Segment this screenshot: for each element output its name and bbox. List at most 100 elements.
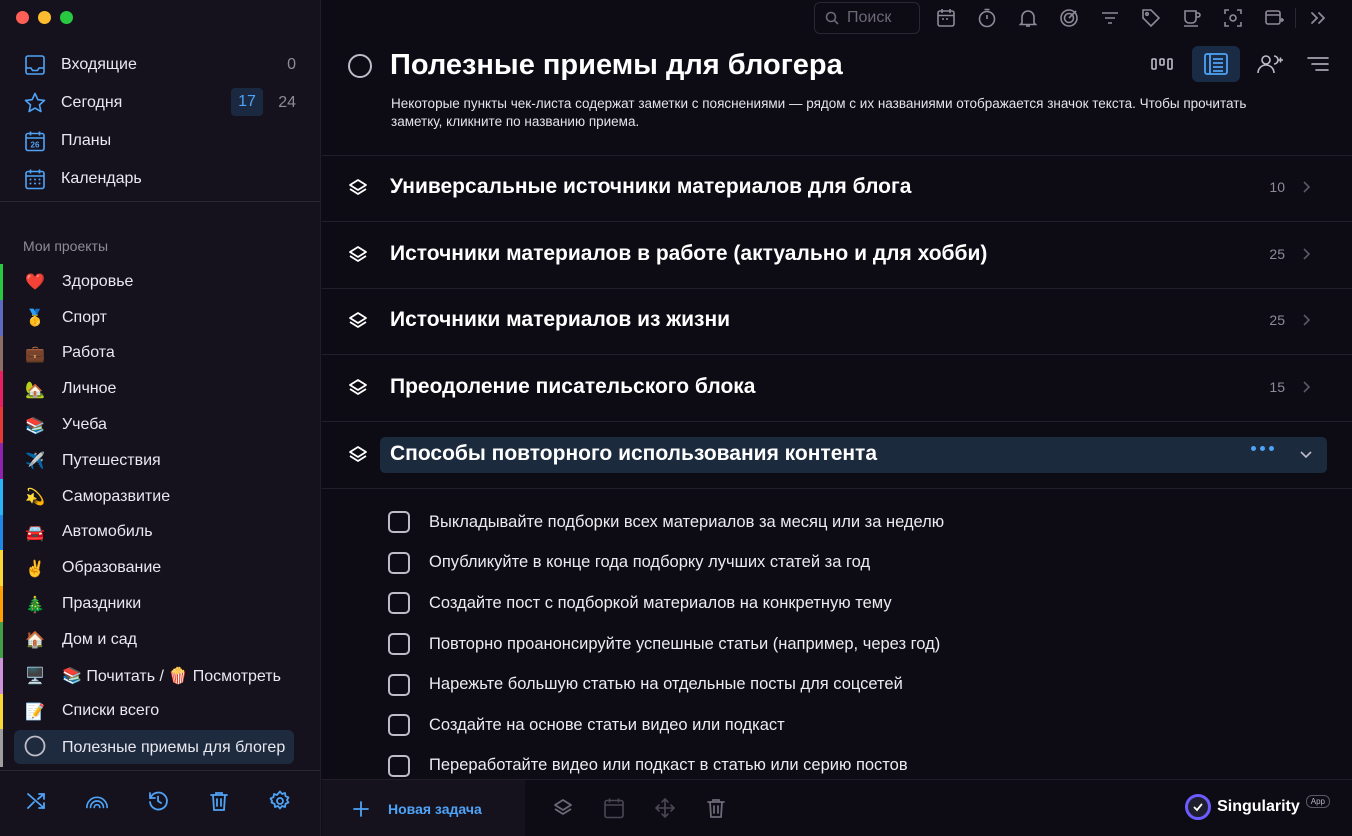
project-color-bar	[0, 371, 3, 408]
layers-icon	[349, 179, 367, 195]
kanban-view-icon[interactable]	[1144, 46, 1180, 82]
section-row[interactable]: Преодоление писательского блока 15	[322, 355, 1352, 421]
project-item[interactable]: 📚 Учеба	[0, 407, 320, 443]
chevron-down-icon[interactable]	[1298, 446, 1314, 462]
project-circle-icon	[24, 735, 46, 761]
chevron-right-icon[interactable]	[1298, 379, 1314, 395]
project-item[interactable]: ✈️ Путешествия	[0, 442, 320, 479]
task-checkbox[interactable]	[388, 633, 410, 656]
project-item[interactable]: 🏡 Личное	[0, 371, 320, 408]
sidebar-item-calendar[interactable]: Календарь	[0, 160, 320, 198]
airplane-icon: ✈️	[25, 451, 45, 471]
task-title: Выкладывайте подборки всех материалов за…	[429, 512, 945, 531]
settings-icon[interactable]	[268, 789, 292, 813]
task-row[interactable]: Создайте пост с подборкой материалов на …	[388, 583, 1328, 624]
task-checkbox[interactable]	[388, 551, 410, 574]
task-row[interactable]: Нарежьте большую статью на отдельные пос…	[388, 664, 1328, 705]
focus-icon[interactable]	[1057, 6, 1081, 30]
timer-icon[interactable]	[975, 6, 999, 30]
trash-icon[interactable]	[704, 796, 728, 820]
project-item[interactable]: 🎄 Праздники	[0, 586, 320, 622]
project-item-active[interactable]: Полезные приемы для блогера	[0, 729, 320, 768]
project-item[interactable]: 🥇 Спорт	[0, 299, 320, 336]
filter-icon[interactable]	[1098, 6, 1122, 30]
calendar-icon[interactable]	[934, 6, 958, 30]
new-task-button[interactable]: Новая задача	[322, 780, 525, 836]
task-row[interactable]: Выкладывайте подборки всех материалов за…	[388, 502, 1328, 543]
task-checkbox[interactable]	[388, 714, 410, 737]
task-checkbox[interactable]	[388, 673, 410, 696]
singularity-logo-icon	[1185, 794, 1212, 820]
medal-icon: 🥇	[25, 308, 45, 328]
task-title: Нарежьте большую статью на отдельные пос…	[429, 675, 903, 694]
project-item[interactable]: 🖥️ 📚 Почитать / 🍿 Посмотреть	[0, 657, 320, 694]
move-icon[interactable]	[653, 796, 677, 820]
more-options-icon[interactable]	[1251, 446, 1274, 451]
project-label: Саморазвитие	[62, 487, 171, 505]
sidebar-item-today[interactable]: Сегодня 17 24	[0, 84, 320, 122]
section-count: 25	[1269, 312, 1285, 328]
trash-icon[interactable]	[207, 789, 231, 813]
page-title[interactable]: Полезные приемы для блогера	[390, 49, 843, 82]
project-complete-toggle[interactable]	[348, 54, 372, 78]
add-people-icon[interactable]	[1252, 46, 1288, 82]
project-item[interactable]: 💫 Саморазвитие	[0, 478, 320, 515]
minimize-window-button[interactable]	[38, 11, 51, 24]
section-title: Источники материалов в работе (актуально…	[390, 242, 988, 265]
section-row-active[interactable]: Способы повторного использования контент…	[322, 422, 1352, 488]
project-label: 📚 Почитать / 🍿 Посмотреть	[62, 667, 281, 685]
sidebar-item-plans[interactable]: 26 Планы	[0, 122, 320, 160]
list-view-icon[interactable]	[1192, 46, 1240, 82]
project-item[interactable]: 📝 Списки всего	[0, 693, 320, 730]
double-chevron-right-icon[interactable]	[1306, 6, 1330, 30]
project-label: Списки всего	[62, 702, 160, 720]
coffee-icon[interactable]	[1180, 6, 1204, 30]
brand: Singularity App	[1185, 794, 1330, 820]
chevron-right-icon[interactable]	[1298, 312, 1314, 328]
task-checkbox[interactable]	[388, 592, 410, 615]
project-color-bar	[0, 442, 3, 479]
section-count: 15	[1269, 379, 1285, 395]
layers-icon[interactable]	[551, 796, 575, 820]
bell-icon[interactable]	[1016, 6, 1040, 30]
task-title: Переработайте видео или подкаст в статью…	[429, 756, 908, 775]
task-row[interactable]: Опубликуйте в конце года подборку лучших…	[388, 543, 1328, 584]
project-color-bar	[0, 514, 3, 551]
heart-icon: ❤️	[25, 272, 45, 292]
close-window-button[interactable]	[16, 11, 29, 24]
tag-icon[interactable]	[1139, 6, 1163, 30]
sort-icon[interactable]	[1300, 46, 1336, 82]
task-row[interactable]: Создайте на основе статьи видео или подк…	[388, 705, 1328, 746]
rainbow-icon[interactable]	[85, 789, 109, 813]
project-item[interactable]: ✌️ Образование	[0, 550, 320, 587]
section-row[interactable]: Источники материалов в работе (актуально…	[322, 222, 1352, 288]
christmas-tree-icon: 🎄	[25, 594, 45, 614]
chevron-right-icon[interactable]	[1298, 179, 1314, 195]
project-item[interactable]: 💼 Работа	[0, 335, 320, 372]
brand-name: Singularity	[1217, 798, 1300, 815]
search-field[interactable]: Поиск	[814, 2, 920, 34]
history-icon[interactable]	[146, 789, 170, 813]
sidebar-nav: Входящие 0 Сегодня 17 24 26 Планы Календ…	[0, 46, 320, 198]
task-checkbox[interactable]	[388, 754, 410, 777]
calendar-icon[interactable]	[602, 796, 626, 820]
task-checkbox[interactable]	[388, 511, 410, 534]
project-header: Полезные приемы для блогера	[346, 46, 1336, 88]
screenshot-icon[interactable]	[1221, 6, 1245, 30]
sidebar-item-inbox[interactable]: Входящие 0	[0, 46, 320, 84]
project-item[interactable]: ❤️ Здоровье	[0, 264, 320, 300]
chevron-right-icon[interactable]	[1298, 246, 1314, 262]
add-window-icon[interactable]	[1262, 6, 1286, 30]
section-row[interactable]: Универсальные источники материалов для б…	[322, 155, 1352, 221]
task-row[interactable]: Повторно проанонсируйте успешные статьи …	[388, 624, 1328, 665]
layers-icon	[349, 379, 367, 395]
project-color-bar	[0, 729, 3, 768]
sidebar-tools	[24, 789, 292, 813]
section-row[interactable]: Источники материалов из жизни 25	[322, 288, 1352, 354]
shuffle-icon[interactable]	[24, 789, 48, 813]
maximize-window-button[interactable]	[60, 11, 73, 24]
task-list: Выкладывайте подборки всех материалов за…	[388, 502, 1328, 786]
sidebar-item-label: Планы	[61, 132, 112, 149]
project-item[interactable]: 🚘 Автомобиль	[0, 514, 320, 551]
project-item[interactable]: 🏠 Дом и сад	[0, 621, 320, 658]
